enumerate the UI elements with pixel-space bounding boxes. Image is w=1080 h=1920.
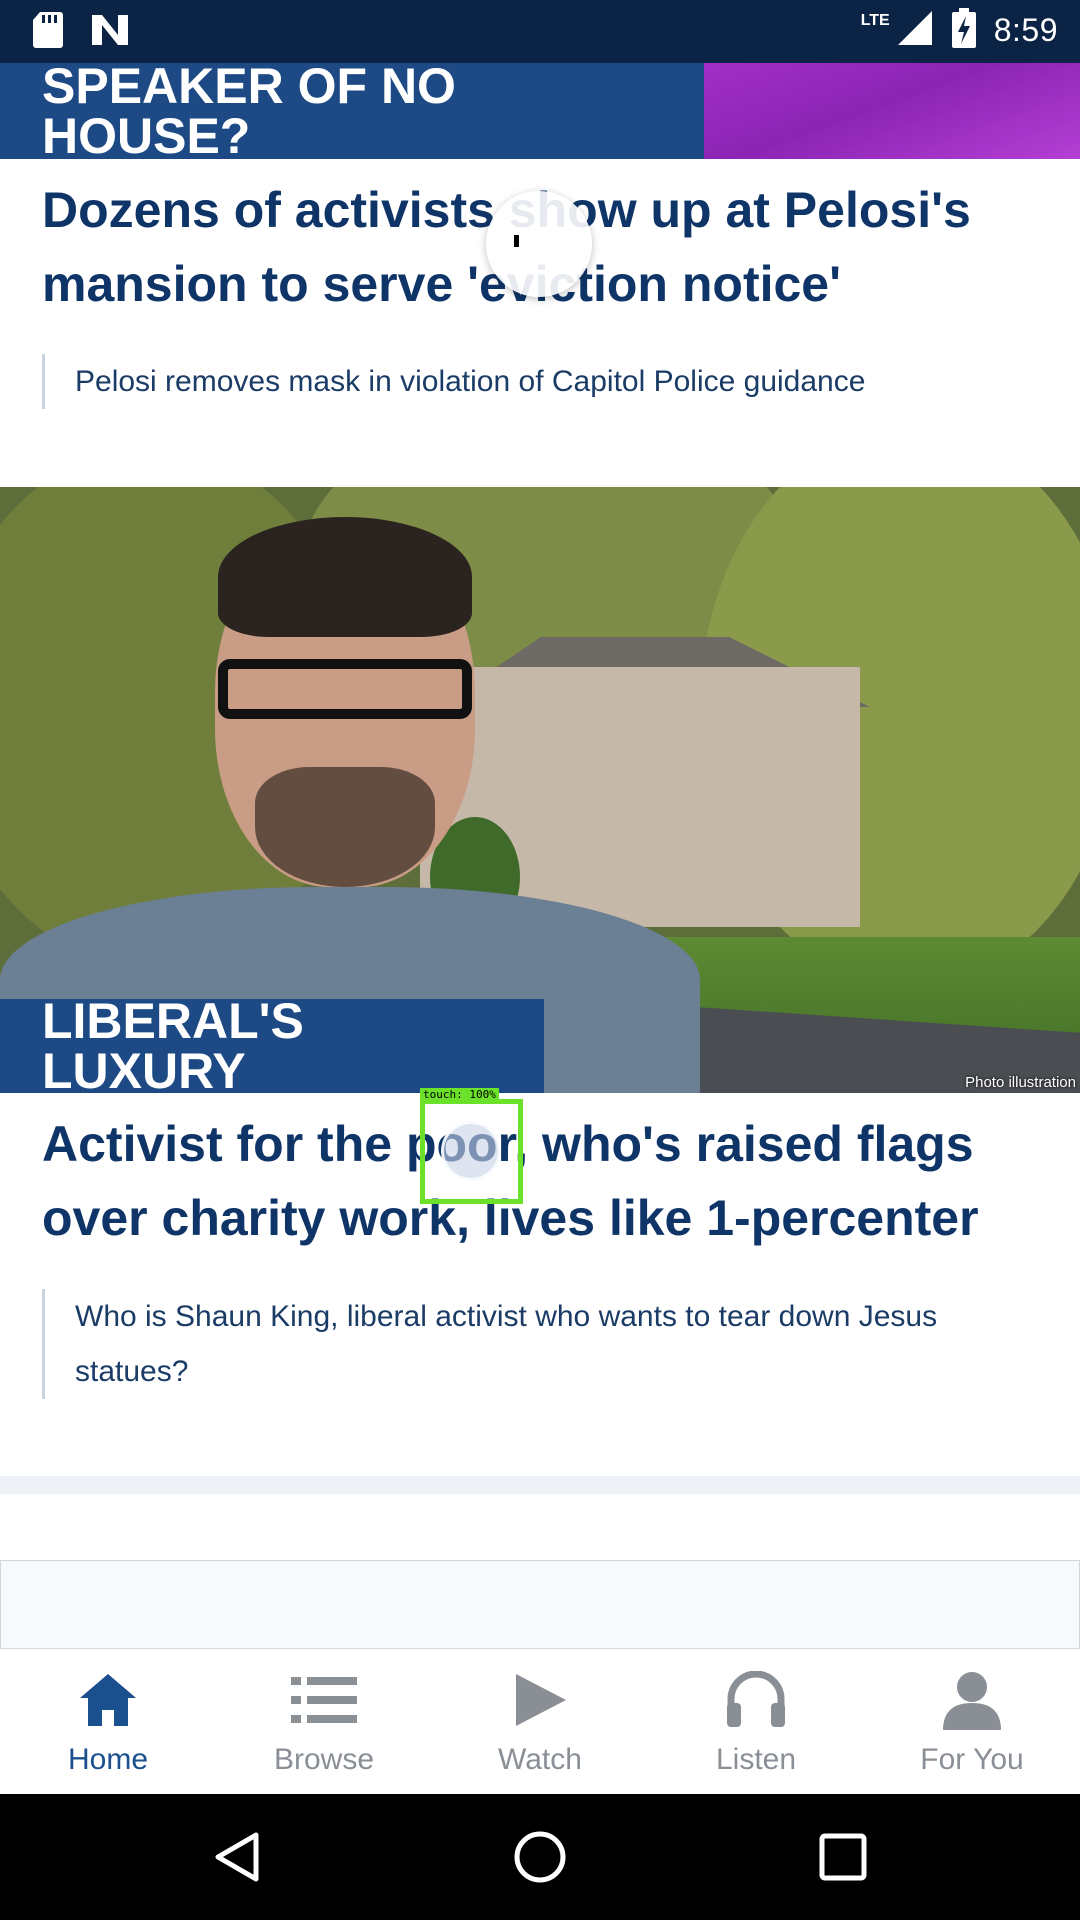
story-2-headline[interactable]: Activist for the poor, who's raised flag… (42, 1107, 1042, 1255)
system-nav-bar (0, 1794, 1080, 1920)
nav-listen[interactable]: Listen (648, 1649, 864, 1794)
nav-watch[interactable]: Watch (432, 1649, 648, 1794)
story-1-photo (704, 63, 1080, 159)
back-icon[interactable] (204, 1824, 270, 1890)
touch-point (441, 1121, 501, 1181)
story-2-related-link[interactable]: Who is Shaun King, liberal activist who … (42, 1289, 1002, 1399)
nav-for-you-label: For You (920, 1743, 1024, 1776)
sd-card-icon (32, 12, 64, 53)
loading-spinner (486, 191, 592, 297)
status-bar: LTE 8:59 (0, 0, 1080, 63)
photo-credit: Photo illustration (965, 1074, 1076, 1091)
story-2-hero-image[interactable]: LIBERAL'S LUXURY Photo illustration (0, 487, 1080, 1093)
network-type: LTE (860, 11, 890, 29)
nav-home-label: Home (67, 1743, 149, 1776)
battery-charging-icon (951, 8, 976, 53)
story-1-hero-image[interactable]: SPEAKER OF NO HOUSE? (0, 63, 1080, 159)
list-icon (289, 1667, 359, 1733)
home-icon (73, 1667, 143, 1733)
story-1-related-link[interactable]: Pelosi removes mask in violation of Capi… (42, 354, 1002, 409)
nav-listen-label: Listen (715, 1743, 797, 1776)
story-2-kicker: LIBERAL'S LUXURY (0, 996, 544, 1093)
nav-browse-label: Browse (273, 1743, 375, 1776)
nav-browse[interactable]: Browse (216, 1649, 432, 1794)
story-1-kicker: SPEAKER OF NO HOUSE? (0, 63, 704, 159)
ad-slot[interactable] (0, 1560, 1080, 1648)
bottom-nav: Home Browse Watch Listen For You (0, 1648, 1080, 1794)
play-icon (505, 1667, 575, 1733)
clock: 8:59 (993, 12, 1058, 48)
signal-icon (896, 9, 934, 52)
section-divider (0, 1476, 1080, 1494)
person-icon (937, 1667, 1007, 1733)
nav-for-you[interactable]: For You (864, 1649, 1080, 1794)
headphones-icon (721, 1667, 791, 1733)
recents-icon[interactable] (810, 1824, 876, 1890)
nav-home[interactable]: Home (0, 1649, 216, 1794)
n-logo-icon (90, 13, 130, 52)
nav-watch-label: Watch (498, 1743, 582, 1776)
home-button-icon[interactable] (507, 1824, 573, 1890)
